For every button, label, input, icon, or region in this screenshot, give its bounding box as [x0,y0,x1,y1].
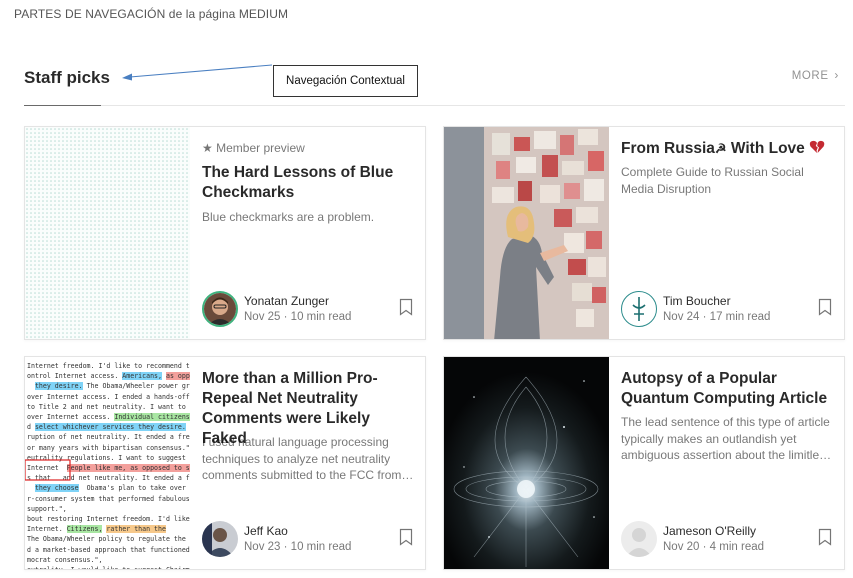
post-meta: Nov 25 · 10 min read [244,311,352,323]
post-meta: Nov 20 · 4 min read [663,541,765,553]
more-link[interactable]: MORE › [792,68,839,82]
author-name[interactable]: Jeff Kao [244,524,288,538]
post-meta: Nov 24 · 17 min read [663,311,771,323]
story-subtitle: I used natural language processing techn… [202,435,414,482]
story-card[interactable]: Internet freedom. I'd like to recommend … [24,356,426,570]
section-header: Staff picks MORE › [24,60,845,106]
avatar[interactable] [202,291,238,327]
story-title[interactable]: From Russia☭ With Love [621,139,834,159]
annotation-box: Navegación Contextual [273,65,418,97]
chevron-right-icon: › [834,68,839,82]
story-title[interactable]: The Hard Lessons of Blue Checkmarks [202,163,415,203]
story-subtitle: The lead sentence of this type of articl… [621,415,832,462]
more-label: MORE [791,70,829,82]
story-image[interactable] [25,127,190,339]
broken-heart-icon [809,140,825,153]
quantum-cosmos-image [444,357,609,569]
story-subtitle: Blue checkmarks are a problem. [202,210,375,224]
story-image[interactable]: Internet freedom. I'd like to recommend … [25,357,190,569]
star-icon: ★ [202,141,213,155]
story-card[interactable]: From Russia☭ With Love Complete Guide to… [443,126,845,340]
avatar[interactable] [621,291,657,327]
bookmark-icon[interactable] [818,528,832,546]
woman-at-paper-wall-image [444,127,609,339]
author-block: Jeff Kao Nov 23 · 10 min read [202,521,415,557]
post-meta: Nov 23 · 10 min read [244,541,352,553]
author-name[interactable]: Tim Boucher [663,294,731,308]
highlight-frame-overlay [25,459,71,481]
story-card[interactable]: ★ Member preview The Hard Lessons of Blu… [24,126,426,340]
avatar[interactable] [621,521,657,557]
story-image[interactable] [444,357,609,569]
hammer-sickle-icon: ☭ [714,141,727,156]
story-title[interactable]: Autopsy of a Popular Quantum Computing A… [621,369,834,409]
section-title[interactable]: Staff picks [24,68,110,88]
bookmark-icon[interactable] [399,298,413,316]
story-card[interactable]: Autopsy of a Popular Quantum Computing A… [443,356,845,570]
dotted-pattern-image [25,127,190,339]
author-block: Yonatan Zunger Nov 25 · 10 min read [202,291,415,327]
story-subtitle: Complete Guide to Russian Social Media D… [621,165,804,196]
author-block: Jameson O'Reilly Nov 20 · 4 min read [621,521,834,557]
bookmark-icon[interactable] [818,298,832,316]
story-image[interactable] [444,127,609,339]
author-block: Tim Boucher Nov 24 · 17 min read [621,291,834,327]
author-name[interactable]: Yonatan Zunger [244,294,329,308]
member-preview-badge: ★ Member preview [202,141,305,155]
avatar[interactable] [202,521,238,557]
author-name[interactable]: Jameson O'Reilly [663,524,756,538]
bookmark-icon[interactable] [399,528,413,546]
annotation-label: Navegación Contextual [286,75,405,87]
section-active-underline [24,105,101,106]
page-caption: PARTES DE NAVEGACIÓN de la página MEDIUM [14,7,289,21]
